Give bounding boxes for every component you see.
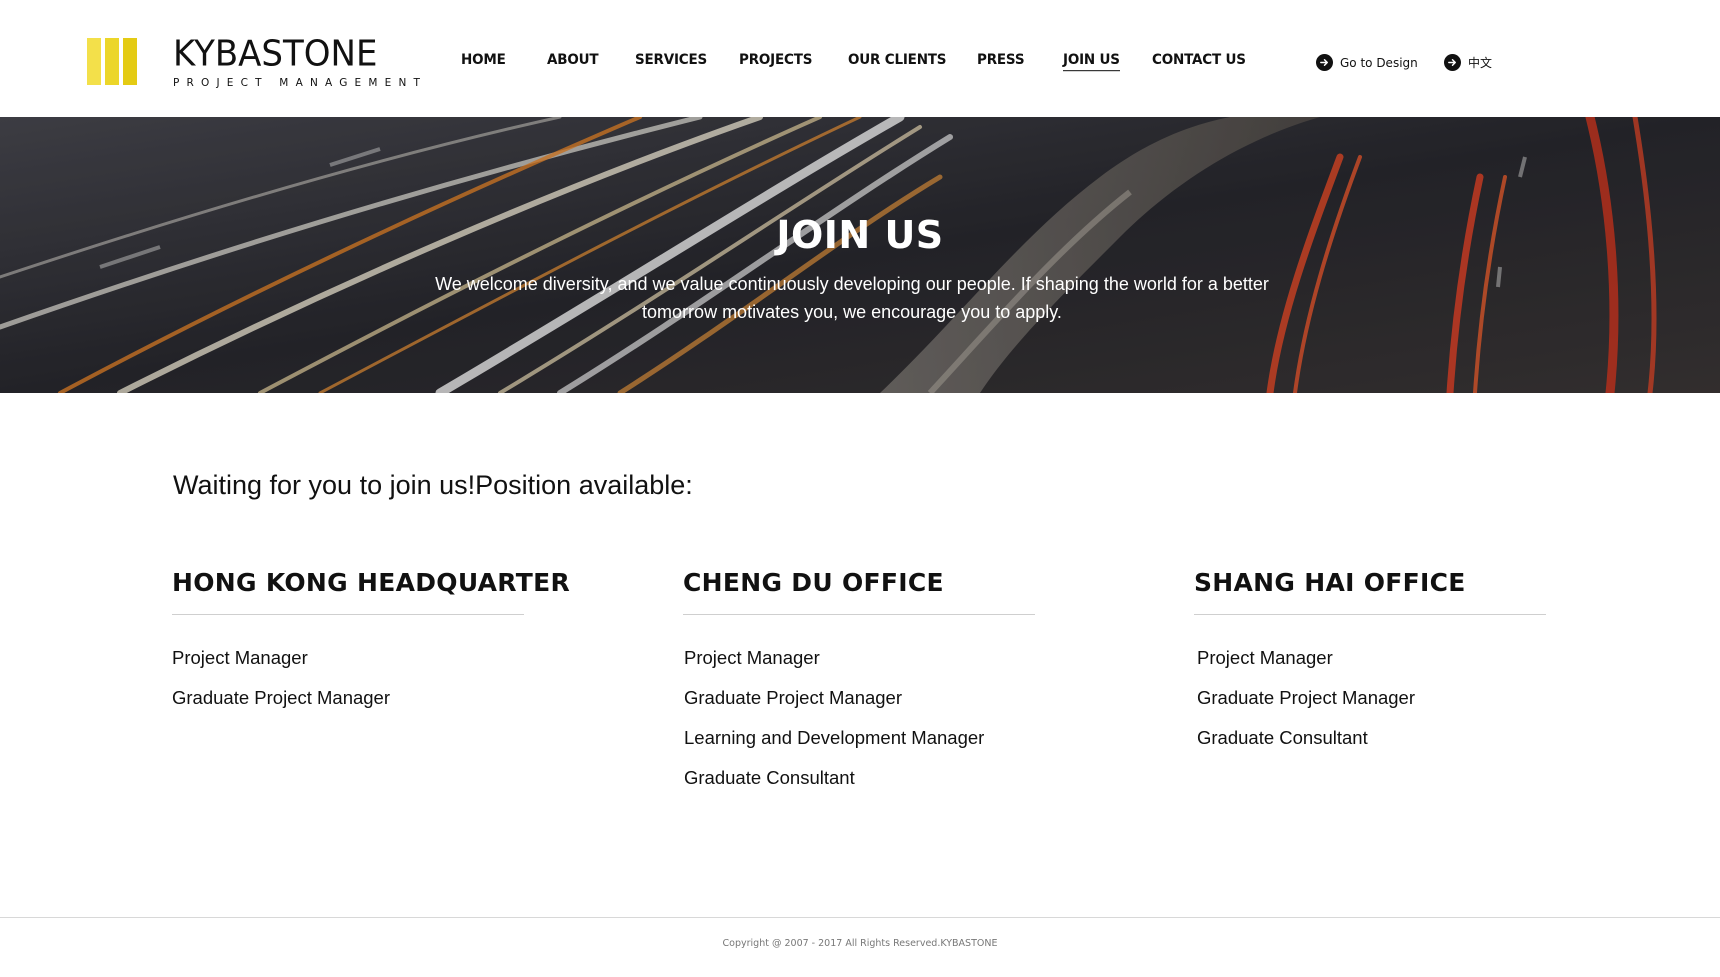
- footer-divider: [0, 917, 1720, 918]
- divider: [172, 614, 524, 615]
- position-item[interactable]: Project Manager: [684, 647, 1043, 669]
- hero-banner: JOIN US We welcome diversity, and we val…: [0, 117, 1720, 393]
- office-title: CHENG DU OFFICE: [683, 568, 944, 597]
- office-title: HONG KONG HEADQUARTER: [172, 568, 571, 597]
- position-item[interactable]: Graduate Consultant: [684, 767, 1043, 789]
- arrow-circle-right-icon: [1316, 54, 1333, 71]
- nav-contact-us[interactable]: CONTACT US: [1152, 52, 1246, 68]
- position-item[interactable]: Graduate Project Manager: [172, 687, 532, 709]
- logo-text: KYBASTONE PROJECT MANAGEMENT: [173, 34, 427, 89]
- nav-press[interactable]: PRESS: [977, 52, 1025, 68]
- nav-home[interactable]: HOME: [461, 52, 506, 68]
- divider: [683, 614, 1035, 615]
- office-shang-hai: SHANG HAI OFFICE Project Manager Graduat…: [1194, 566, 1554, 767]
- language-label: 中文: [1468, 56, 1493, 70]
- brand-name: KYBASTONE: [173, 32, 378, 75]
- go-to-design-link[interactable]: Go to Design: [1316, 54, 1418, 71]
- office-title: SHANG HAI OFFICE: [1194, 568, 1466, 597]
- hero-description: We welcome diversity, and we value conti…: [435, 274, 1269, 322]
- office-hong-kong: HONG KONG HEADQUARTER Project Manager Gr…: [172, 566, 571, 727]
- position-item[interactable]: Graduate Consultant: [1197, 727, 1554, 749]
- nav-join-us[interactable]: JOIN US: [1063, 52, 1120, 72]
- hero-title: JOIN US: [776, 213, 944, 257]
- position-item[interactable]: Project Manager: [172, 647, 532, 669]
- position-item[interactable]: Project Manager: [1197, 647, 1554, 669]
- nav-projects[interactable]: PROJECTS: [739, 52, 812, 68]
- footer-copyright: Copyright @ 2007 - 2017 All Rights Reser…: [722, 938, 998, 949]
- site-header: KYBASTONE PROJECT MANAGEMENT HOME ABOUT …: [0, 0, 1720, 117]
- position-item[interactable]: Graduate Project Manager: [684, 687, 1043, 709]
- position-list: Project Manager Graduate Project Manager…: [1197, 647, 1554, 749]
- divider: [1194, 614, 1546, 615]
- nav-services[interactable]: SERVICES: [635, 52, 707, 68]
- language-switch-link[interactable]: 中文: [1444, 54, 1492, 71]
- arrow-circle-right-icon: [1444, 54, 1461, 71]
- logo-mark-icon: [87, 38, 137, 85]
- position-item[interactable]: Graduate Project Manager: [1197, 687, 1554, 709]
- go-to-design-label: Go to Design: [1340, 55, 1418, 70]
- position-list: Project Manager Graduate Project Manager: [172, 647, 532, 709]
- brand-tagline: PROJECT MANAGEMENT: [173, 77, 428, 89]
- brand-logo[interactable]: KYBASTONE PROJECT MANAGEMENT: [87, 34, 420, 89]
- positions-intro: Waiting for you to join us!Position avai…: [173, 470, 693, 500]
- nav-about[interactable]: ABOUT: [547, 52, 599, 68]
- nav-our-clients[interactable]: OUR CLIENTS: [848, 52, 947, 68]
- position-list: Project Manager Graduate Project Manager…: [684, 647, 1043, 789]
- position-item[interactable]: Learning and Development Manager: [684, 727, 1043, 749]
- office-cheng-du: CHENG DU OFFICE Project Manager Graduate…: [683, 566, 1043, 807]
